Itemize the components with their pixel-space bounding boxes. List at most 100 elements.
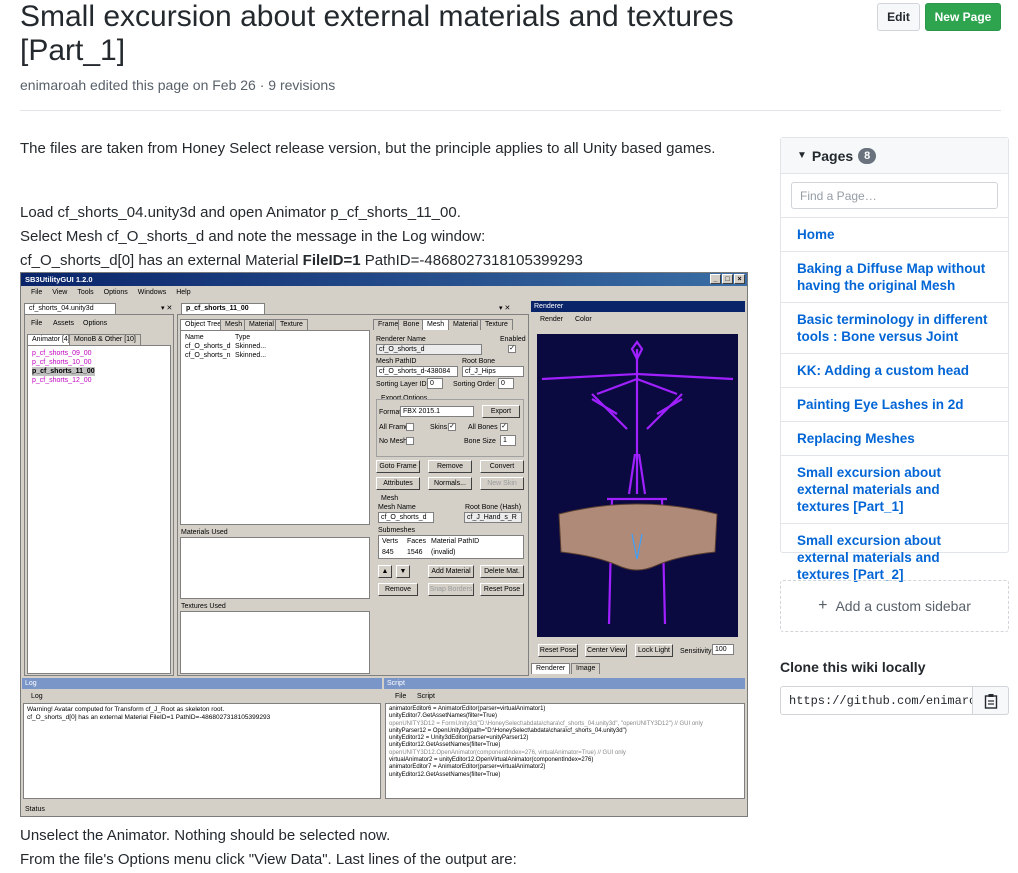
sidebar-page-link[interactable]: Painting Eye Lashes in 2d bbox=[781, 387, 1008, 421]
script-line: unityEditor12.GetAssetNames(filter=True) bbox=[389, 742, 501, 749]
no-mesh-label: No Mesh bbox=[379, 438, 408, 445]
tab-texture: Texture bbox=[275, 319, 308, 330]
find-page-input[interactable]: Find a Page… bbox=[791, 182, 998, 209]
remove-button: Remove bbox=[428, 460, 472, 473]
all-frames-checkbox bbox=[406, 423, 414, 431]
attributes-button: Attributes bbox=[376, 477, 420, 490]
log-titlebar: Log bbox=[22, 678, 382, 689]
snap-borders-button: Snap Borders bbox=[428, 583, 474, 596]
mesh-name-field: cf_O_shorts_d bbox=[378, 512, 434, 523]
animator-item-selected: p_cf_shorts_11_00 bbox=[32, 367, 95, 376]
edit-button[interactable]: Edit bbox=[877, 3, 920, 31]
renderer-titlebar: Renderer bbox=[531, 301, 745, 312]
menu-options: Options bbox=[103, 289, 128, 296]
sidebar-page-link[interactable]: Baking a Diffuse Map without having the … bbox=[781, 251, 1008, 302]
viewport-reset-pose-button: Reset Pose bbox=[538, 644, 578, 657]
mesh-row-type: Skinned... bbox=[235, 352, 267, 359]
animator-list: p_cf_shorts_09_00 p_cf_shorts_10_00 p_cf… bbox=[27, 345, 171, 674]
paragraph-load: Load cf_shorts_04.unity3d and open Anima… bbox=[20, 204, 461, 221]
materials-used-label: Materials Used bbox=[181, 529, 228, 536]
sorting-layer-field: 0 bbox=[427, 378, 443, 389]
monob-subtab: MonoB & Other [10] bbox=[69, 334, 141, 345]
add-custom-sidebar-button[interactable]: + Add a custom sidebar bbox=[780, 580, 1009, 632]
new-page-button[interactable]: New Page bbox=[925, 3, 1001, 31]
reset-pose-button: Reset Pose bbox=[480, 583, 524, 596]
move-up-icon: ▲ bbox=[378, 565, 392, 578]
script-menu-file: File bbox=[395, 693, 407, 700]
tab-material: Material bbox=[244, 319, 279, 330]
sidebar-page-link[interactable]: Basic terminology in different tools : B… bbox=[781, 302, 1008, 353]
sidebar-page-link[interactable]: Home bbox=[781, 217, 1008, 251]
move-down-icon: ▼ bbox=[396, 565, 410, 578]
file-pane-menu-assets: Assets bbox=[53, 320, 75, 327]
file-pane-close-icon: ▾ ✕ bbox=[161, 305, 173, 312]
app-titlebar: SB3UtilityGUI 1.2.0 _ □ × bbox=[21, 273, 747, 286]
renderer-name-field: cf_O_shorts_d bbox=[376, 344, 482, 355]
file-tab: cf_shorts_04.unity3d bbox=[24, 303, 116, 314]
pages-header[interactable]: ▼ Pages 8 bbox=[781, 138, 1008, 174]
menu-view: View bbox=[52, 289, 68, 296]
log-line: cf_O_shorts_d[0] has an external Materia… bbox=[27, 714, 271, 721]
message-pathid: PathID=-4868027318105399293 bbox=[360, 252, 583, 269]
renderer-menu-color: Color bbox=[575, 316, 592, 323]
script-output: animatorEditor6 = AnimatorEditor(parser=… bbox=[385, 703, 745, 799]
script-line: animatorEditor6 = AnimatorEditor(parser=… bbox=[389, 706, 546, 712]
animator-item: p_cf_shorts_09_00 bbox=[32, 350, 92, 357]
textures-used-list bbox=[180, 611, 370, 674]
prop-tab-bone: Bone bbox=[398, 319, 425, 330]
sidebar-page-link[interactable]: Replacing Meshes bbox=[781, 421, 1008, 455]
editor-pane: Object Tree Mesh Material Texture Name T… bbox=[177, 314, 529, 676]
file-pane-menu-file: File bbox=[31, 320, 43, 327]
message-fileid: FileID=1 bbox=[302, 252, 361, 269]
add-custom-sidebar-label: Add a custom sidebar bbox=[835, 598, 971, 614]
log-line: Warning! Avatar computed for Transform c… bbox=[27, 706, 225, 713]
animator-item: p_cf_shorts_12_00 bbox=[32, 377, 92, 384]
message-text: cf_O_shorts_d[0] has an external Materia… bbox=[20, 252, 303, 269]
lock-light-button: Lock Light bbox=[635, 644, 673, 657]
sorting-order-field: 0 bbox=[498, 378, 514, 389]
app-menubar: File View Tools Options Windows Help bbox=[21, 287, 747, 299]
center-view-button: Center View bbox=[585, 644, 627, 657]
renderer-title: Renderer bbox=[534, 303, 564, 310]
sidebar-page-link[interactable]: KK: Adding a custom head bbox=[781, 353, 1008, 387]
sub-material: (invalid) bbox=[431, 549, 456, 556]
format-label: Format bbox=[379, 409, 402, 416]
log-output: Warning! Avatar computed for Transform c… bbox=[23, 703, 381, 799]
prop-tab-texture: Texture bbox=[480, 319, 513, 330]
log-title: Log bbox=[25, 680, 37, 687]
script-menu-script: Script bbox=[417, 693, 435, 700]
submeshes-label: Submeshes bbox=[378, 527, 415, 534]
copy-to-clipboard-button[interactable] bbox=[972, 686, 1009, 715]
file-pane: File Assets Options Animator [4] MonoB &… bbox=[24, 314, 174, 676]
menu-tools: Tools bbox=[77, 289, 94, 296]
renderer-bottom-tab: Renderer bbox=[531, 663, 571, 674]
mesh-name-label: Mesh Name bbox=[378, 504, 416, 511]
sorting-layer-label: Sorting Layer ID bbox=[376, 381, 427, 388]
paragraph-select: Select Mesh cf_O_shorts_d and note the m… bbox=[20, 228, 486, 245]
script-line: animatorEditor7 = AnimatorEditor(parser=… bbox=[389, 764, 546, 771]
clone-title: Clone this wiki locally bbox=[780, 659, 926, 675]
prop-tab-material: Material bbox=[448, 319, 483, 330]
pages-label: Pages bbox=[811, 147, 854, 164]
app-screenshot: SB3UtilityGUI 1.2.0 _ □ × File View Tools … bbox=[20, 272, 748, 817]
clone-url-input[interactable]: https://github.com/enimaroa bbox=[780, 686, 973, 715]
mesh-row-type: Skinned... bbox=[235, 343, 267, 350]
sensitivity-field: 100 bbox=[712, 644, 734, 655]
paragraph-intro: The files are taken from Honey Select re… bbox=[20, 140, 716, 157]
all-bones-label: All Bones bbox=[468, 424, 498, 431]
script-line: openUNITY3D12.OpenAnimator(componentInde… bbox=[389, 749, 626, 756]
script-line: openUNITY3D12 = FormUnity3d("D:\HoneySel… bbox=[389, 720, 703, 727]
submesh-table: Verts Faces Material PathID 845 1546 (in… bbox=[378, 535, 524, 559]
maximize-icon: □ bbox=[722, 274, 733, 284]
convert-button: Convert bbox=[480, 460, 524, 473]
script-line: unityParser12 = OpenUnity3d(path="D:\Hon… bbox=[389, 727, 627, 734]
sidebar-page-link[interactable]: Small excursion about external materials… bbox=[781, 455, 1008, 523]
mesh-row-name: cf_O_shorts_n bbox=[185, 352, 231, 359]
bone-size-field: 1 bbox=[500, 435, 516, 446]
sensitivity-label: Sensitivity bbox=[680, 648, 712, 655]
editor-close-icon: ▾ ✕ bbox=[499, 305, 511, 312]
close-icon: × bbox=[734, 274, 745, 284]
goto-frame-button: Goto Frame bbox=[376, 460, 420, 473]
editor-tab: p_cf_shorts_11_00 bbox=[181, 303, 265, 314]
script-titlebar: Script bbox=[384, 678, 745, 689]
